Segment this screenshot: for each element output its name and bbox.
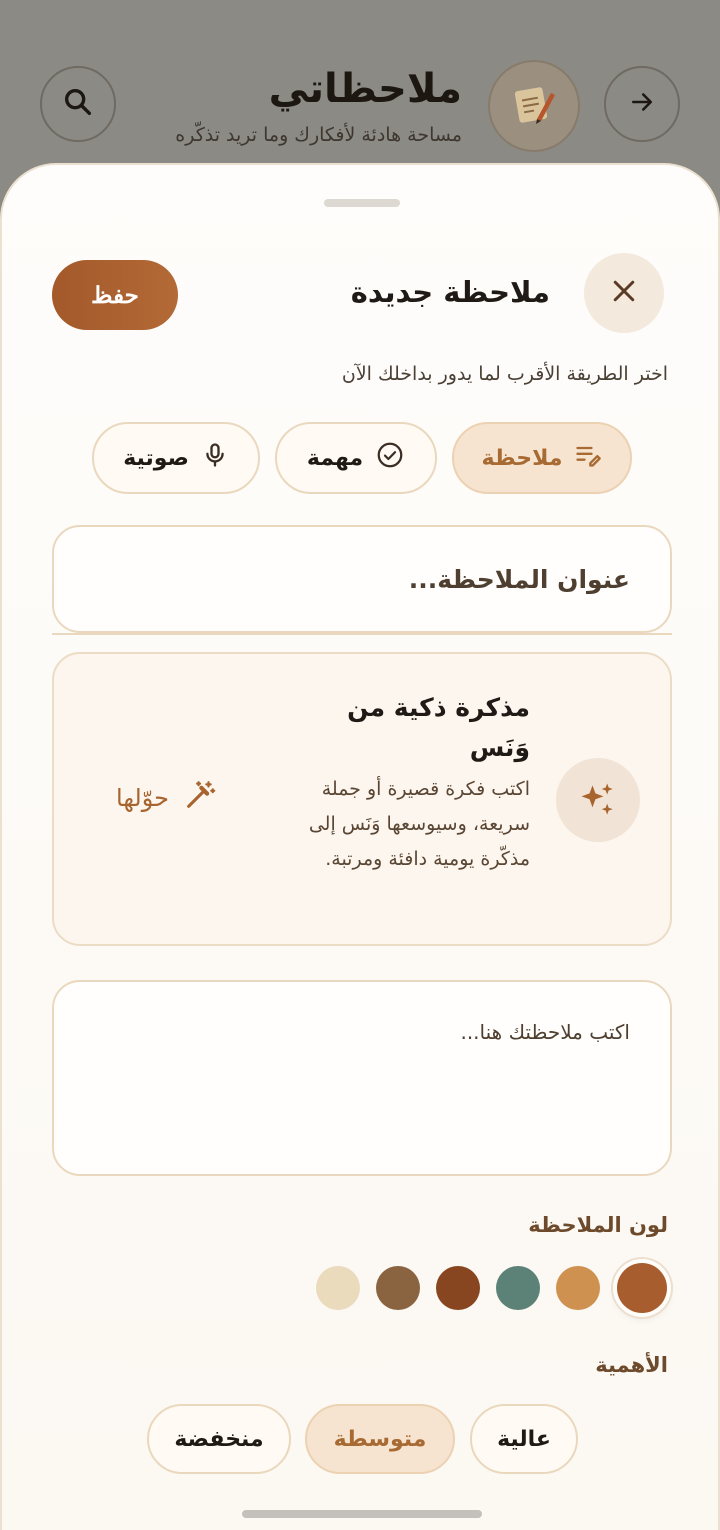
smart-memo-card: مذكرة ذكية من وَنَس اكتب فكرة قصيرة أو ج…	[52, 652, 672, 946]
note-pencil-icon	[509, 79, 559, 133]
color-swatch-mocha[interactable]	[376, 1266, 420, 1310]
note-body-textarea[interactable]	[54, 982, 670, 1174]
divider	[52, 633, 672, 635]
color-swatch-teal[interactable]	[496, 1266, 540, 1310]
app-subtitle: مساحة هادئة لأفكارك وما تريد تذكّره	[175, 124, 462, 146]
type-note-chip[interactable]: ملاحظة	[452, 422, 632, 494]
save-button[interactable]: حفظ	[52, 260, 178, 330]
color-swatch-rust[interactable]	[617, 1263, 667, 1313]
note-edit-icon	[574, 441, 602, 475]
priority-medium-chip[interactable]: متوسطة	[305, 1404, 455, 1474]
smart-memo-title: مذكرة ذكية من وَنَس	[347, 693, 530, 762]
close-button[interactable]	[584, 253, 664, 333]
type-hint: اختر الطريقة الأقرب لما يدور بداخلك الآن	[341, 363, 668, 385]
color-swatch-sand[interactable]	[316, 1266, 360, 1310]
priority-label: الأهمية	[595, 1353, 668, 1377]
magic-wand-icon	[183, 778, 217, 818]
title-field-container	[52, 525, 672, 633]
sparkles-icon	[556, 758, 640, 842]
app-title: ملاحظاتي	[268, 66, 462, 112]
body-field-container	[52, 980, 672, 1176]
color-swatch-amber[interactable]	[556, 1266, 600, 1310]
new-note-sheet: ملاحظة جديدة حفظ اختر الطريقة الأقرب لما…	[0, 163, 720, 1530]
type-note-label: ملاحظة	[481, 445, 563, 471]
type-task-chip[interactable]: مهمة	[275, 422, 437, 494]
note-title-input[interactable]	[54, 527, 670, 631]
sheet-handle[interactable]	[324, 199, 400, 207]
arrow-right-icon	[627, 87, 657, 121]
app-logo	[488, 60, 580, 152]
priority-high-chip[interactable]: عالية	[470, 1404, 578, 1474]
close-icon	[609, 276, 639, 310]
type-task-label: مهمة	[306, 445, 364, 471]
search-button[interactable]	[40, 66, 116, 142]
smart-memo-description: اكتب فكرة قصيرة أو جملة سريعة، وسيوسعها …	[308, 778, 530, 870]
color-swatch-brown[interactable]	[436, 1266, 480, 1310]
home-indicator	[242, 1510, 482, 1518]
search-icon	[61, 85, 95, 123]
microphone-icon	[201, 441, 229, 475]
type-voice-label: صوتية	[123, 445, 189, 471]
back-button[interactable]	[604, 66, 680, 142]
sheet-title: ملاحظة جديدة	[350, 275, 550, 309]
convert-label: حوّلها	[116, 784, 169, 812]
type-voice-chip[interactable]: صوتية	[92, 422, 260, 494]
priority-low-chip[interactable]: منخفضة	[147, 1404, 291, 1474]
check-circle-icon	[375, 440, 405, 476]
note-color-label: لون الملاحظة	[528, 1213, 668, 1237]
convert-button[interactable]: حوّلها	[116, 778, 217, 818]
